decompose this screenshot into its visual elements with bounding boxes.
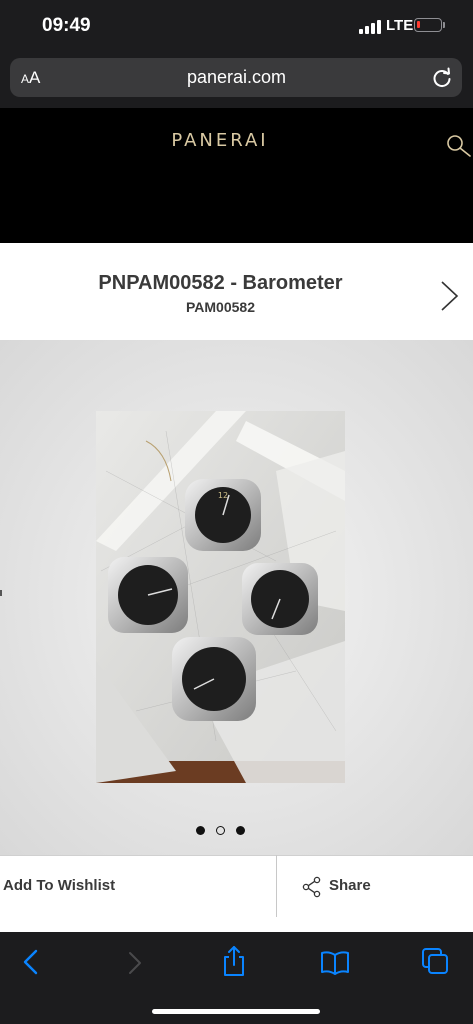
gallery-edge-mark	[0, 590, 2, 596]
tabs-icon[interactable]	[421, 947, 449, 975]
product-reference: PAM00582	[185, 299, 255, 315]
search-icon[interactable]	[446, 134, 472, 158]
bookmarks-icon[interactable]	[320, 950, 350, 976]
chevron-right-icon[interactable]	[438, 280, 460, 312]
share-sheet-icon[interactable]	[221, 945, 247, 977]
action-divider	[276, 855, 277, 917]
share-icon[interactable]	[302, 876, 322, 898]
back-icon[interactable]	[20, 948, 42, 976]
svg-text:12: 12	[218, 491, 228, 500]
site-header	[0, 108, 473, 243]
panerai-logo[interactable]: PANERAI	[0, 130, 440, 151]
home-indicator	[152, 1009, 320, 1014]
gallery-dot[interactable]	[236, 826, 245, 835]
share-button[interactable]: Share	[329, 877, 371, 894]
gallery-dot[interactable]	[196, 826, 205, 835]
signal-icon	[359, 20, 383, 34]
battery-icon	[414, 18, 442, 32]
gallery-dot[interactable]	[216, 826, 225, 835]
url-text[interactable]: panerai.com	[0, 67, 473, 88]
status-time: 09:49	[42, 15, 91, 36]
add-to-wishlist-button[interactable]: Add To Wishlist	[3, 877, 115, 894]
battery-nub	[443, 22, 445, 28]
product-image[interactable]: 12	[96, 411, 345, 783]
product-title: PNPAM00582 - Barometer	[98, 272, 343, 294]
reload-icon[interactable]	[431, 67, 453, 89]
forward-icon[interactable]	[124, 950, 146, 976]
page-bottom-strip	[0, 918, 473, 932]
network-label: LTE	[386, 17, 414, 34]
